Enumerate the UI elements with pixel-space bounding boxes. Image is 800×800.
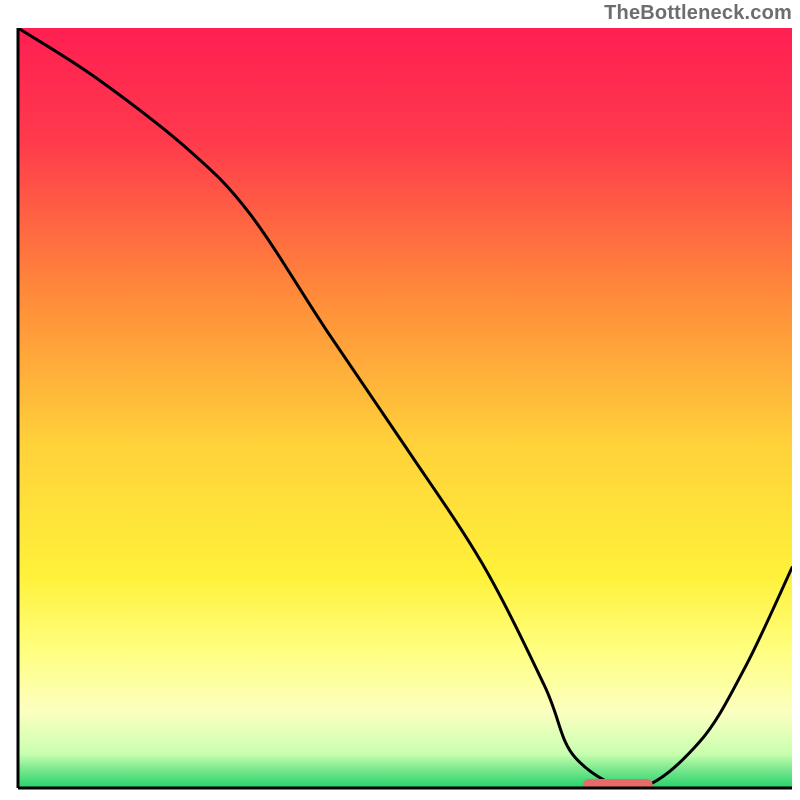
bottleneck-chart <box>0 0 800 800</box>
watermark-text: TheBottleneck.com <box>604 2 792 25</box>
gradient-background <box>18 28 792 788</box>
